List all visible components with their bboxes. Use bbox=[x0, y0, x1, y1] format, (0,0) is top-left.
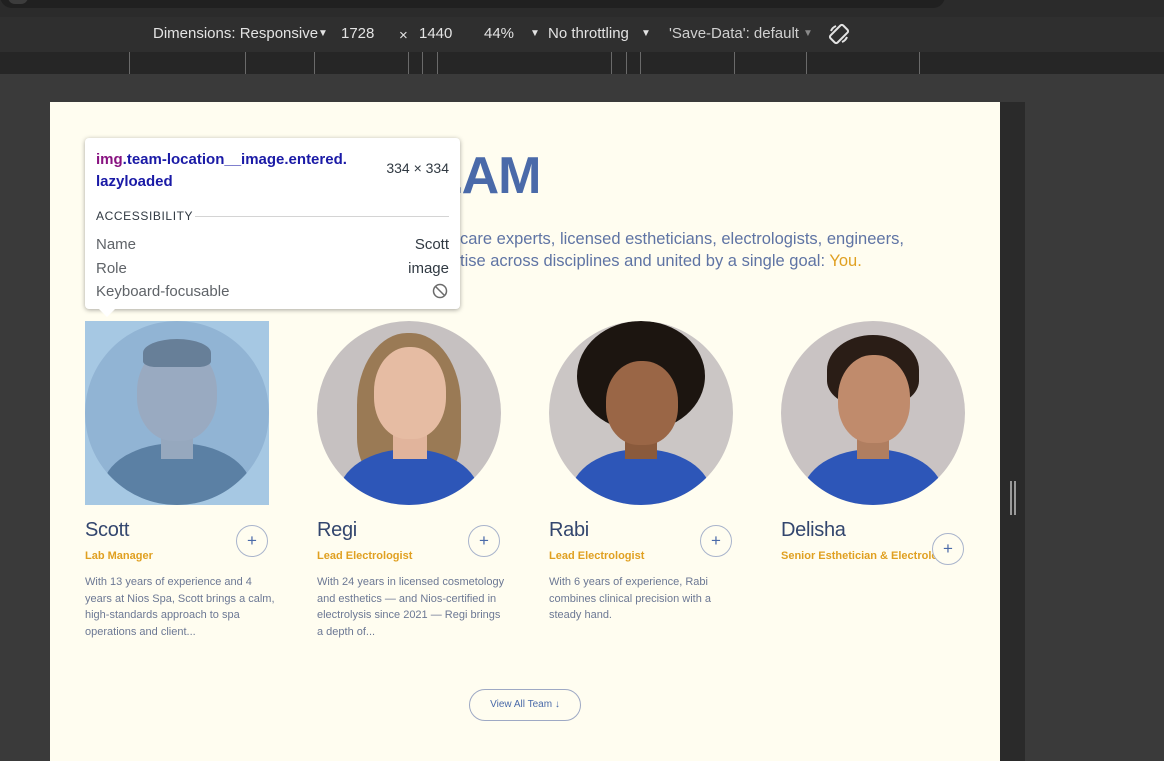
inspect-highlight-overlay bbox=[85, 321, 269, 505]
team-card-rabi: Rabi Lead Electrologist With 6 years of … bbox=[549, 321, 739, 624]
selector-classes: .team-location__image.entered. bbox=[122, 151, 347, 168]
width-input[interactable]: 1728 bbox=[341, 25, 374, 42]
row-value: image bbox=[408, 260, 449, 277]
view-all-team-button[interactable]: View All Team ↓ bbox=[469, 689, 581, 721]
divider bbox=[195, 216, 449, 217]
row-value: Scott bbox=[414, 236, 449, 253]
accessibility-row-keyboard: Keyboard-focusable bbox=[96, 283, 449, 300]
element-selector: img.team-location__image.entered. lazylo… bbox=[96, 149, 376, 193]
team-photo[interactable] bbox=[549, 321, 733, 505]
team-photo[interactable] bbox=[317, 321, 501, 505]
media-query-ruler[interactable] bbox=[0, 52, 1164, 75]
height-input[interactable]: 1440 bbox=[419, 25, 452, 42]
member-bio: With 13 years of experience and 4 years … bbox=[85, 576, 275, 638]
accessibility-row-role: Role image bbox=[96, 260, 449, 277]
expand-button[interactable]: + bbox=[932, 533, 964, 565]
resize-handle[interactable] bbox=[1010, 481, 1016, 515]
inspect-tooltip: img.team-location__image.entered. lazylo… bbox=[85, 138, 460, 317]
chevron-down-icon[interactable]: ▼ bbox=[318, 28, 328, 39]
team-card-regi: Regi Lead Electrologist With 24 years in… bbox=[317, 321, 507, 640]
row-label: Name bbox=[96, 236, 137, 253]
chevron-down-icon[interactable]: ▼ bbox=[803, 28, 813, 39]
not-allowed-icon bbox=[432, 283, 448, 299]
chevron-down-icon[interactable]: ▼ bbox=[530, 28, 540, 39]
times-symbol: × bbox=[399, 27, 408, 44]
device-toolbar: Dimensions: Responsive ▼ 1728 × 1440 44%… bbox=[0, 17, 1164, 53]
expand-button[interactable]: + bbox=[468, 525, 500, 557]
browser-top-strip bbox=[0, 0, 1164, 17]
team-card-delisha: Delisha Senior Esthetician & Electrologi… bbox=[781, 321, 971, 564]
expand-button[interactable]: + bbox=[700, 525, 732, 557]
tab-strip bbox=[0, 0, 945, 8]
member-bio: With 24 years in licensed cosmetology an… bbox=[317, 576, 505, 638]
save-data-dropdown[interactable]: 'Save-Data': default bbox=[669, 25, 799, 42]
chevron-down-icon[interactable]: ▼ bbox=[641, 28, 651, 39]
row-label: Keyboard-focusable bbox=[96, 283, 230, 300]
expand-button[interactable]: + bbox=[236, 525, 268, 557]
selector-classes-2: lazyloaded bbox=[96, 173, 173, 190]
accessibility-row-name: Name Scott bbox=[96, 236, 449, 253]
zoom-dropdown[interactable]: 44% bbox=[484, 25, 514, 42]
team-photo[interactable] bbox=[781, 321, 965, 505]
dimensions-dropdown[interactable]: Dimensions: Responsive bbox=[153, 25, 318, 42]
intro-line-2: tise across disciplines and united by a … bbox=[460, 252, 830, 270]
member-bio: With 6 years of experience, Rabi combine… bbox=[549, 576, 712, 621]
row-label: Role bbox=[96, 260, 127, 277]
element-dimensions: 334 × 334 bbox=[386, 160, 449, 176]
selector-tag: img bbox=[96, 151, 123, 168]
intro-accent: You. bbox=[829, 252, 862, 270]
rotate-icon[interactable] bbox=[827, 22, 851, 46]
throttling-dropdown[interactable]: No throttling bbox=[548, 25, 629, 42]
viewport-gutter bbox=[1000, 102, 1025, 761]
accessibility-heading: ACCESSIBILITY bbox=[96, 209, 194, 223]
